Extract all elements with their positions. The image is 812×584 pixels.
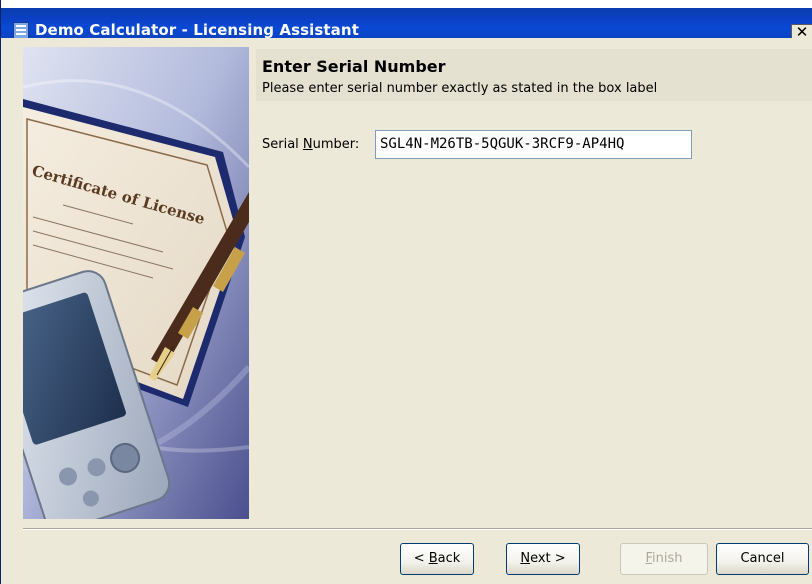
side-illustration: Certificate of License [23,47,249,519]
step-header: Enter Serial Number Please enter serial … [256,49,812,101]
cancel-button[interactable]: Cancel [716,543,809,575]
dialog-body: Certificate of License Enter Serial Numb… [1,38,812,584]
back-button[interactable]: < Back [400,543,474,575]
serial-label-mnemonic: N [302,137,313,152]
title-bar[interactable]: Demo Calculator - Licensing Assistant ✕ [1,0,812,46]
next-label-rest: ext > [530,551,566,566]
next-button[interactable]: Next > [506,543,580,575]
footer-separator [23,528,812,530]
serial-label-text-end: umber: [312,137,360,152]
serial-number-input[interactable]: SGL4N-M26TB-5QGUK-3RCF9-AP4HQ [375,130,692,159]
finish-label-rest: inish [652,551,683,566]
next-label-mnemonic: N [520,551,531,566]
back-label-rest: ack [437,551,461,566]
certificate-and-pen-illustration: Certificate of License [23,47,249,519]
back-label-mnemonic: B [428,551,438,566]
window-title: Demo Calculator - Licensing Assistant [35,21,359,39]
step-subtitle: Please enter serial number exactly as st… [262,81,658,96]
finish-button[interactable]: Finish [620,543,708,575]
back-label-prefix: < [413,551,429,566]
serial-label-text-start: Serial [262,137,303,152]
step-title: Enter Serial Number [262,57,446,76]
licensing-dialog: Demo Calculator - Licensing Assistant ✕ [0,0,812,584]
window-icon [13,22,29,39]
serial-number-label: Serial Number: [262,137,359,152]
